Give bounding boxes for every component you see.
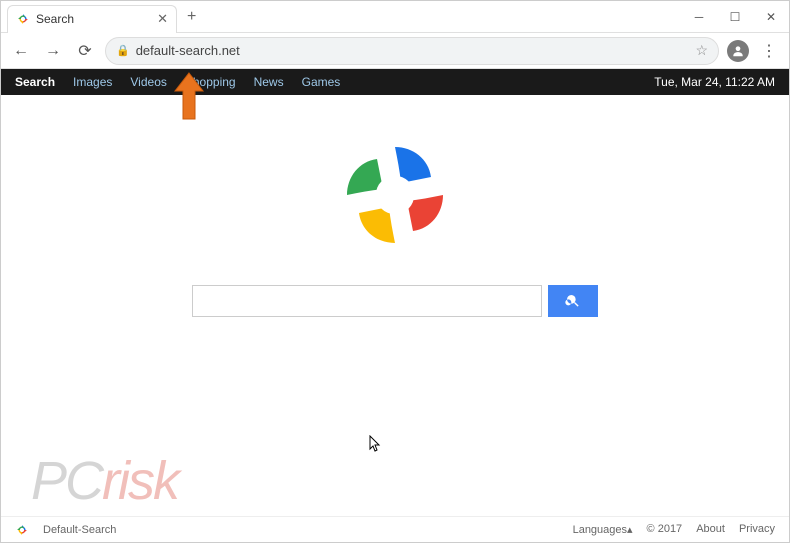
footer-brand: Default-Search — [43, 524, 116, 536]
clock-text: Tue, Mar 24, 11:22 AM — [654, 75, 775, 89]
back-icon[interactable]: ← — [9, 39, 33, 63]
forward-icon[interactable]: → — [41, 39, 65, 63]
nav-games[interactable]: Games — [302, 75, 341, 89]
tab-title: Search — [36, 12, 151, 26]
nav-images[interactable]: Images — [73, 75, 112, 89]
browser-tab[interactable]: Search ✕ — [7, 5, 177, 33]
window-titlebar: Search ✕ + ─ ☐ ✕ — [1, 1, 789, 33]
nav-news[interactable]: News — [254, 75, 284, 89]
nav-search[interactable]: Search — [15, 75, 55, 89]
nav-shopping[interactable]: Shopping — [185, 75, 236, 89]
site-logo-icon — [335, 135, 455, 255]
window-controls: ─ ☐ ✕ — [681, 1, 789, 33]
profile-avatar-icon[interactable] — [727, 40, 749, 62]
mouse-cursor-icon — [369, 435, 383, 453]
search-row — [192, 285, 598, 317]
bookmark-star-icon[interactable]: ☆ — [695, 42, 708, 59]
maximize-icon[interactable]: ☐ — [717, 1, 753, 33]
minimize-icon[interactable]: ─ — [681, 1, 717, 33]
footer-privacy[interactable]: Privacy — [739, 523, 775, 536]
search-button[interactable] — [548, 285, 598, 317]
category-navbar: Search Images Videos Shopping News Games… — [1, 69, 789, 95]
footer-about[interactable]: About — [696, 523, 725, 536]
close-window-icon[interactable]: ✕ — [753, 1, 789, 33]
footer-copyright: © 2017 — [647, 523, 683, 536]
footer-logo-icon — [15, 523, 29, 537]
tab-close-icon[interactable]: ✕ — [157, 11, 168, 27]
footer-languages[interactable]: Languages▴ — [573, 523, 633, 536]
search-icon — [565, 293, 581, 309]
nav-videos[interactable]: Videos — [130, 75, 166, 89]
page-footer: Default-Search Languages▴ © 2017 About P… — [1, 516, 789, 542]
page-content — [1, 95, 789, 516]
footer-links: Languages▴ © 2017 About Privacy — [573, 523, 775, 536]
reload-icon[interactable]: ⟳ — [73, 39, 97, 63]
menu-dots-icon[interactable]: ⋮ — [757, 41, 781, 61]
url-input[interactable] — [136, 43, 690, 58]
address-bar[interactable]: 🔒 ☆ — [105, 37, 719, 65]
search-input[interactable] — [192, 285, 542, 317]
tab-favicon-icon — [16, 12, 30, 26]
browser-toolbar: ← → ⟳ 🔒 ☆ ⋮ — [1, 33, 789, 69]
new-tab-button[interactable]: + — [177, 8, 206, 26]
lock-icon: 🔒 — [116, 44, 130, 57]
